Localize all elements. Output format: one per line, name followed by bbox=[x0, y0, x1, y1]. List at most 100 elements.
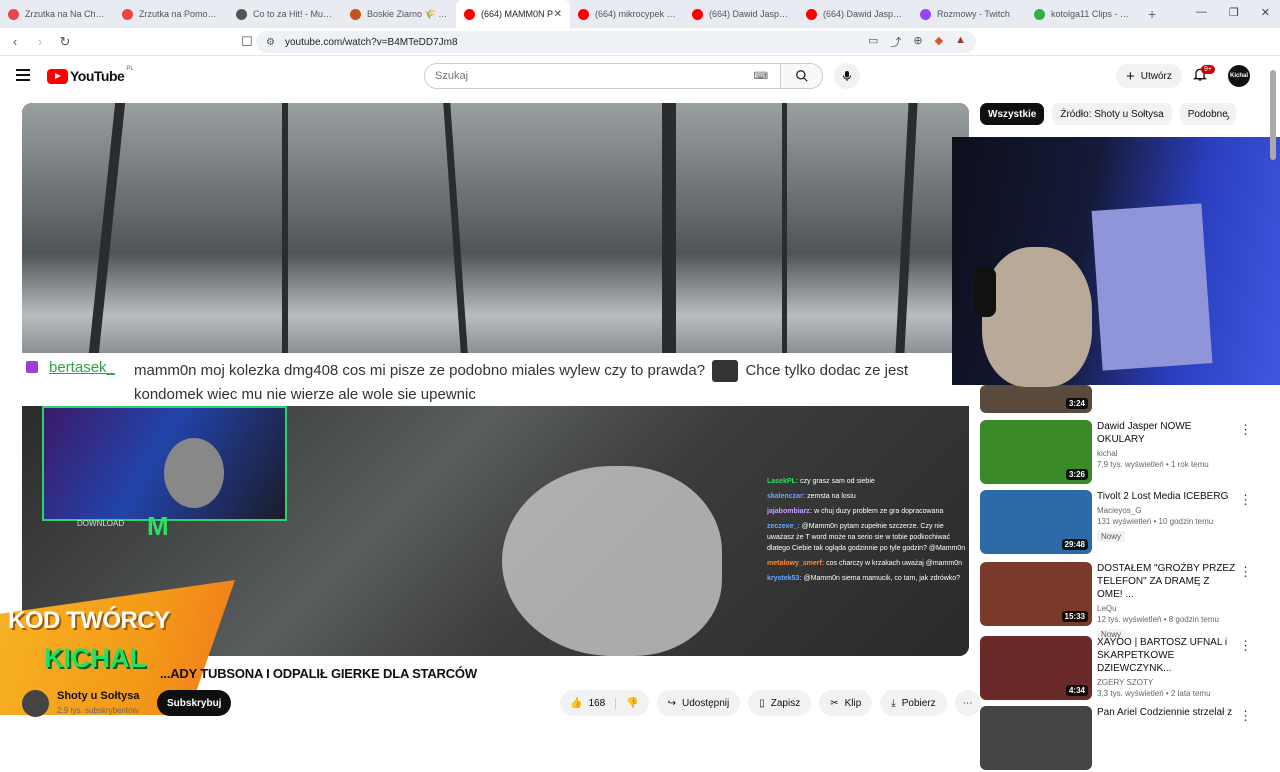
subscribe-button[interactable]: Subskrybuj bbox=[157, 690, 232, 716]
stream-chat-user: LasekPL: bbox=[767, 478, 799, 485]
rewards-icon[interactable]: ▲ bbox=[955, 34, 966, 50]
thumbs-down-icon: 👎 bbox=[626, 697, 639, 709]
more-vertical-icon[interactable]: ⋮ bbox=[1239, 708, 1252, 724]
tab-label: Boskie Ziarno 🌾 Beka bbox=[367, 8, 448, 19]
browser-tab[interactable]: (664) Dawid Jasper IR bbox=[684, 0, 798, 28]
browser-tab[interactable]: Co to za Hit! - Muzyczne bbox=[228, 0, 342, 28]
create-label: Utwórz bbox=[1140, 70, 1172, 82]
more-vertical-icon[interactable]: ⋮ bbox=[1239, 638, 1252, 654]
recommended-title[interactable]: Dawid Jasper NOWE OKULARY bbox=[1097, 420, 1237, 446]
recommended-thumbnail bbox=[980, 706, 1092, 770]
more-actions-button[interactable]: ⋯ bbox=[954, 690, 981, 716]
bookmark-save-icon: ▯ bbox=[759, 697, 765, 709]
voice-search-button[interactable] bbox=[834, 63, 860, 89]
browser-tab[interactable]: (664) MAMM0N P ✕ bbox=[456, 0, 570, 28]
browser-tab[interactable]: (664) mikrocypek koto bbox=[570, 0, 684, 28]
thumbs-up-icon: 👍 bbox=[570, 697, 583, 709]
recommended-channel[interactable]: ZGERY SZOTY bbox=[1097, 678, 1237, 687]
more-vertical-icon[interactable]: ⋮ bbox=[1239, 422, 1252, 438]
clip-button[interactable]: ✂ Klip bbox=[819, 690, 873, 716]
stream-chat-text: czy grasz sam od siebie bbox=[800, 478, 875, 485]
recommended-item[interactable]: 4:34 XAYOO | BARTOSZ UFNAL i SKARPETKOWE … bbox=[980, 636, 1260, 702]
channel-avatar[interactable] bbox=[22, 690, 49, 717]
zoom-icon[interactable]: ⊕ bbox=[913, 34, 922, 50]
stream-chat-user: metalowy_smerf: bbox=[767, 560, 825, 567]
site-info-icon[interactable]: ⚙ bbox=[266, 37, 275, 48]
recommended-stats: 3,3 tys. wyświetleń • 2 lata temu bbox=[1097, 689, 1211, 698]
recommended-item[interactable]: 3:26 Dawid Jasper NOWE OKULARY kichal 7,9 t… bbox=[980, 420, 1260, 486]
youtube-logo[interactable]: YouTube PL bbox=[47, 66, 134, 84]
more-vertical-icon[interactable]: ⋮ bbox=[1239, 492, 1252, 508]
overlay-logo: M bbox=[147, 511, 169, 541]
stream-chat-text: @Mamm0n siema mamucik, co tam, jak zdrów… bbox=[803, 575, 961, 582]
browser-tab[interactable]: kotolga11 Clips - Watc bbox=[1026, 0, 1140, 28]
featured-chat-message: bertasek_ mamm0n moj kolezka dmg408 cos … bbox=[22, 353, 969, 406]
browser-tab[interactable]: Boskie Ziarno 🌾 Beka bbox=[342, 0, 456, 28]
save-button[interactable]: ▯ Zapisz bbox=[748, 690, 812, 716]
subscriber-badge-icon bbox=[26, 361, 38, 373]
hamburger-menu-icon[interactable] bbox=[16, 69, 30, 84]
keyboard-icon[interactable]: ⌨ bbox=[754, 71, 768, 82]
microphone-icon bbox=[843, 71, 851, 81]
dislike-button[interactable]: 👎 bbox=[616, 698, 648, 709]
channel-name[interactable]: Shoty u Sołtysa bbox=[57, 690, 140, 702]
create-button[interactable]: + Utwórz bbox=[1116, 64, 1182, 88]
bookmark-icon[interactable]: ☐ bbox=[237, 34, 257, 50]
recommended-title[interactable]: Tivolt 2 Lost Media ICEBERG bbox=[1097, 490, 1237, 503]
url-field[interactable]: ⚙ youtube.com/watch?v=B4MTeDD7Jm8 ▭ ⤴ ⊕ … bbox=[256, 31, 976, 53]
tab-favicon-icon bbox=[806, 8, 817, 20]
filter-chip[interactable]: Źródło: Shoty u Sołtysa bbox=[1052, 103, 1172, 125]
omni-actions: ▭ ⤴ ⊕ ◆ ▲ bbox=[868, 34, 976, 50]
recommended-channel[interactable]: kichal bbox=[1097, 449, 1237, 458]
recommended-title[interactable]: Pan Ariel Codziennie strzelał z bbox=[1097, 706, 1237, 719]
browser-tab-strip: Zrzutka na Na Chore Oczy Zrzutka na Pomoc… bbox=[0, 0, 1280, 28]
minimize-icon[interactable]: — bbox=[1196, 6, 1207, 19]
recommended-title[interactable]: XAYOO | BARTOSZ UFNAL i SKARPETKOWE DZIE… bbox=[1097, 636, 1237, 675]
tab-favicon-icon bbox=[122, 8, 133, 20]
restore-icon[interactable]: ❐ bbox=[1229, 6, 1239, 19]
close-window-icon[interactable]: ✕ bbox=[1261, 6, 1270, 19]
browser-tab[interactable]: (664) Dawid Jasper - B bbox=[798, 0, 912, 28]
recommended-item[interactable]: Pan Ariel Codziennie strzelał z ⋮ bbox=[980, 706, 1260, 772]
recommended-item[interactable]: 15:33 DOSTAŁEM "GROŹBY PRZEZ TELEFON" ZA … bbox=[980, 562, 1260, 640]
download-button[interactable]: ⤓ Pobierz bbox=[880, 690, 947, 716]
recommended-item-partial[interactable]: 3:24 bbox=[980, 385, 1260, 413]
browser-tab[interactable]: Rozmowy - Twitch bbox=[912, 0, 1026, 28]
stream-chat-text: zemsta na losiu bbox=[807, 493, 856, 500]
browser-tab[interactable]: Zrzutka na Pomoc dla bbox=[114, 0, 228, 28]
close-tab-icon[interactable]: ✕ bbox=[554, 9, 562, 20]
more-vertical-icon[interactable]: ⋮ bbox=[1239, 564, 1252, 580]
recommended-item[interactable]: 29:48 Tivolt 2 Lost Media ICEBERG Macieyos… bbox=[980, 490, 1260, 556]
back-icon[interactable]: ‹ bbox=[5, 34, 25, 49]
brave-shield-icon[interactable]: ◆ bbox=[935, 34, 943, 50]
recommended-channel[interactable]: Macieyos_G bbox=[1097, 506, 1237, 515]
like-button[interactable]: 👍 168 bbox=[560, 697, 617, 709]
tab-favicon-icon bbox=[8, 8, 19, 20]
tab-favicon-icon bbox=[578, 8, 589, 20]
forward-icon[interactable]: › bbox=[30, 34, 50, 49]
stream-chat-line: LasekPL: czy grasz sam od siebie bbox=[767, 476, 967, 487]
recommended-channel[interactable]: LeQu bbox=[1097, 604, 1237, 613]
search-input[interactable]: Szukaj bbox=[425, 70, 754, 82]
page-scrollbar[interactable] bbox=[1270, 65, 1276, 715]
stream-chat-line: metalowy_smerf: cos charczy w krzakach u… bbox=[767, 558, 967, 569]
install-icon[interactable]: ▭ bbox=[868, 34, 878, 50]
browser-tab[interactable]: Zrzutka na Na Chore Oczy bbox=[0, 0, 114, 28]
share-button[interactable]: ↪ Udostępnij bbox=[656, 690, 741, 716]
account-avatar[interactable]: Kichal bbox=[1228, 65, 1250, 87]
logo-text: YouTube bbox=[70, 68, 125, 84]
search-button[interactable] bbox=[780, 64, 822, 88]
recommended-text: Pan Ariel Codziennie strzelał z bbox=[1097, 706, 1237, 719]
video-title: ...ADY TUBSONA I ODPALIŁ GIERKE DLA STAR… bbox=[160, 666, 477, 681]
reload-icon[interactable]: ↻ bbox=[55, 34, 75, 50]
video-player[interactable]: bertasek_ mamm0n moj kolezka dmg408 cos … bbox=[22, 103, 969, 656]
clip-label: Klip bbox=[844, 697, 862, 709]
new-tab-button[interactable]: + bbox=[1140, 6, 1164, 22]
chevron-right-icon[interactable]: › bbox=[1226, 110, 1230, 124]
recommended-title[interactable]: DOSTAŁEM "GROŹBY PRZEZ TELEFON" ZA DRAMĘ… bbox=[1097, 562, 1237, 601]
filter-chip[interactable]: Wszystkie bbox=[980, 103, 1045, 125]
streamer-webcam-overlay bbox=[42, 406, 287, 521]
share-icon[interactable]: ⤴ bbox=[890, 34, 901, 50]
tab-label: (664) mikrocypek koto bbox=[595, 9, 676, 19]
stream-chat-user: krystek53: bbox=[767, 575, 802, 582]
